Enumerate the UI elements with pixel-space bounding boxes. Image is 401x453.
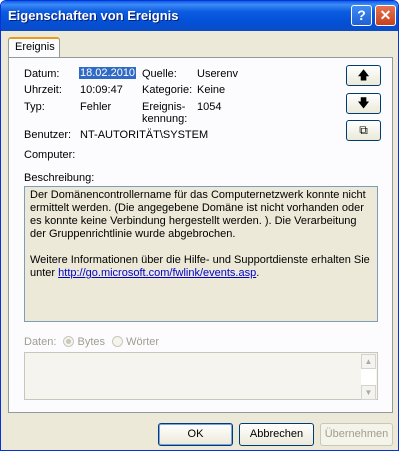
event-id-label-line2: kennung: (142, 113, 188, 125)
data-scrollbar[interactable]: ▲ ▼ (361, 354, 376, 400)
category-label: Kategorie: (142, 84, 193, 96)
data-text-area[interactable]: ▲ ▼ (24, 352, 378, 400)
scroll-down-icon[interactable]: ▼ (361, 385, 376, 400)
source-label: Quelle: (142, 68, 177, 80)
apply-button[interactable]: Übernehmen (320, 423, 393, 446)
words-radio[interactable] (112, 336, 124, 347)
copy-button[interactable]: ⧉ (346, 120, 381, 141)
next-event-button[interactable]: 🡇 (346, 93, 381, 114)
ok-button[interactable]: OK (158, 423, 233, 446)
copy-icon: ⧉ (359, 123, 368, 137)
description-paragraph-2-end: . (256, 267, 260, 279)
bytes-option[interactable]: Bytes (63, 336, 105, 348)
data-label: Daten: (24, 336, 57, 348)
event-id-label-line1: Ereignis- (142, 101, 186, 113)
scroll-up-icon[interactable]: ▲ (361, 354, 376, 369)
user-value: NT-AUTORITÄT\SYSTEM (80, 129, 209, 141)
user-label: Benutzer: (24, 129, 72, 141)
tab-ereignis[interactable]: Ereignis (8, 37, 60, 58)
arrow-up-icon: 🡅 (357, 68, 370, 82)
event-id-label: Ereignis-kennung: (142, 101, 187, 125)
computer-label: Computer: (24, 149, 76, 161)
date-value[interactable]: 18.02.2010 (79, 67, 137, 79)
help-link[interactable]: http://go.microsoft.com/fwlink/events.as… (58, 267, 256, 279)
words-option[interactable]: Wörter (112, 336, 159, 348)
previous-event-button[interactable]: 🡅 (346, 65, 381, 86)
type-value: Fehler (80, 101, 112, 113)
description-paragraph-1: Der Domänencontrollername für das Comput… (30, 189, 366, 240)
event-properties-dialog: Eigenschaften von Ereignis ? ✕ Ereignis … (0, 0, 399, 451)
title-bar[interactable]: Eigenschaften von Ereignis ? ✕ (1, 1, 398, 31)
cancel-button[interactable]: Abbrechen (239, 423, 314, 446)
description-label: Beschreibung: (24, 172, 95, 184)
words-option-label: Wörter (126, 336, 160, 348)
tab-panel: Datum: 18.02.2010 Uhrzeit: 10:09:47 Typ:… (8, 57, 393, 413)
bytes-radio[interactable] (63, 336, 75, 347)
window-title: Eigenschaften von Ereignis (8, 8, 179, 23)
data-format-row: Daten: Bytes Wörter (24, 336, 159, 348)
time-label: Uhrzeit: (24, 84, 62, 96)
time-value: 10:09:47 (80, 84, 123, 96)
bytes-option-label: Bytes (77, 336, 105, 348)
category-value: Keine (197, 84, 226, 96)
close-button[interactable]: ✕ (375, 5, 396, 26)
help-button[interactable]: ? (351, 5, 372, 26)
description-text-area[interactable]: Der Domänencontrollername für das Comput… (24, 186, 378, 322)
description-paragraph-2: Weitere Informationen über die Hilfe- un… (30, 254, 372, 280)
event-id-value: 1054 (197, 101, 222, 113)
date-label: Datum: (24, 68, 60, 80)
source-value: Userenv (197, 68, 238, 80)
type-label: Typ: (24, 101, 45, 113)
arrow-down-icon: 🡇 (357, 96, 370, 110)
